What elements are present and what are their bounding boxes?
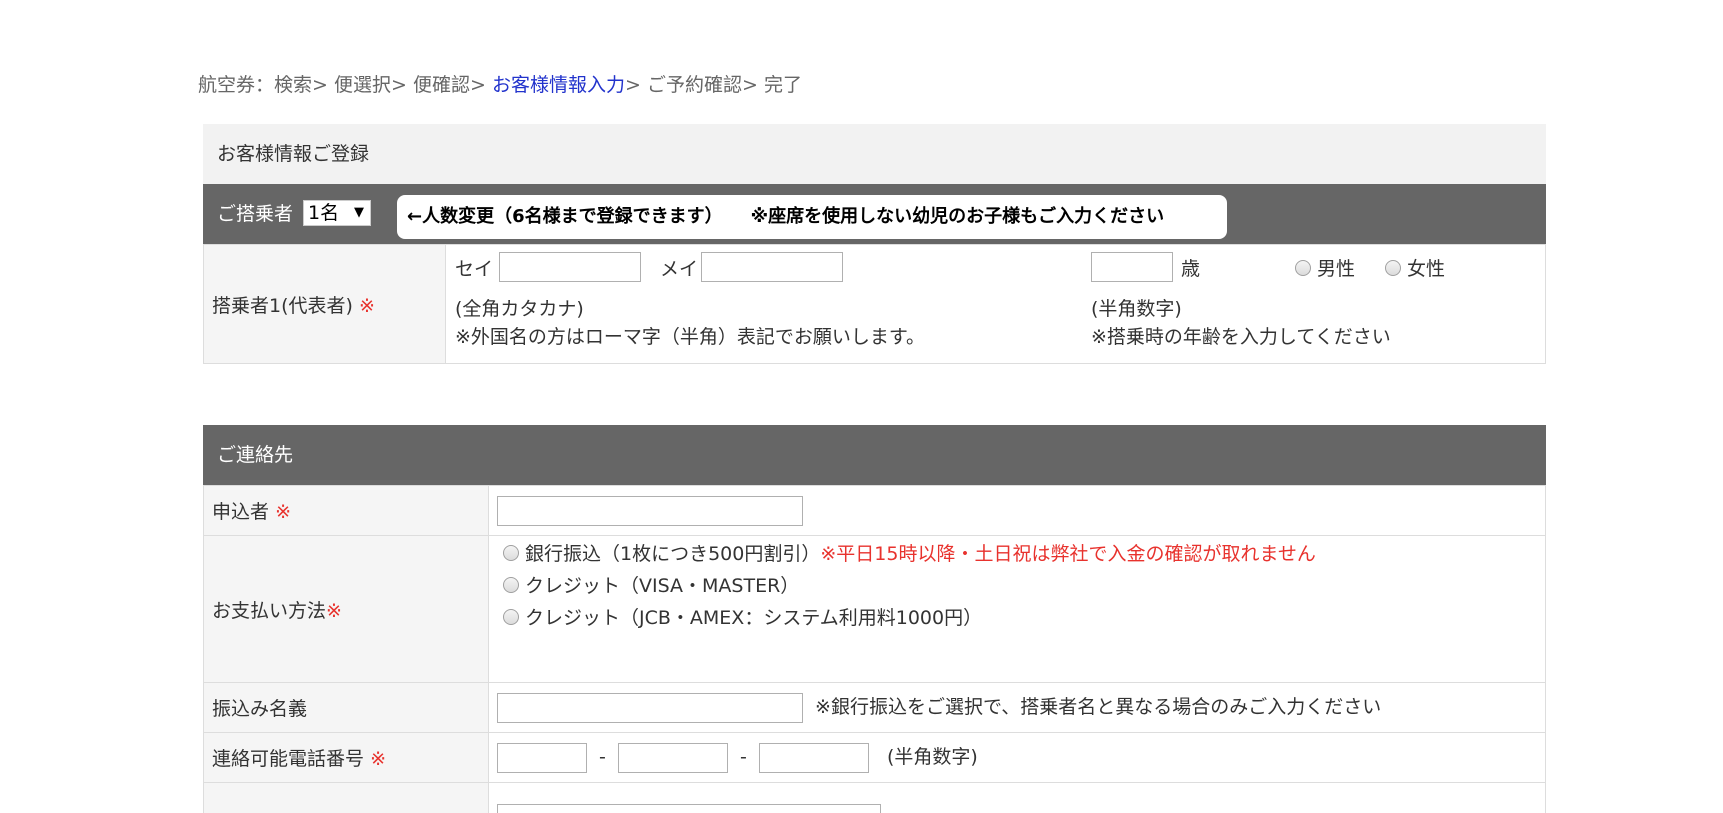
notice-infant: ※座席を使用しない幼児のお子様もご入力ください <box>750 206 1165 227</box>
payment-option-credit-jcb-amex[interactable]: クレジット（JCB・AMEX：システム利用料1000円） <box>503 602 1544 634</box>
gender-male-label: 男性 <box>1317 258 1356 280</box>
payment-credit1-radio[interactable] <box>503 576 519 593</box>
phone-hint: (半角数字) <box>886 746 978 769</box>
payment-credit2-label: クレジット（JCB・AMEX：システム利用料1000円） <box>525 607 983 629</box>
age-note: ※搭乗時の年齢を入力してください <box>1091 326 1391 348</box>
breadcrumb-step-customer-info: お客様情報入力 <box>491 74 625 96</box>
passenger-section-title: お客様情報ご登録 <box>203 124 1546 184</box>
kana-hint: (全角カタカナ) <box>455 298 584 320</box>
payment-bank-note: ※平日15時以降・土日祝は弊社で入金の確認が取れません <box>820 543 1316 565</box>
phone-dash-1: - <box>599 746 606 769</box>
gender-male-radio[interactable] <box>1295 259 1311 276</box>
phone-label-cell: 連絡可能電話番号 ※ <box>203 732 489 783</box>
payment-label: お支払い方法 <box>212 599 327 622</box>
next-field-label-cell <box>203 782 489 813</box>
passenger-section: お客様情報ご登録 ご搭乗者 1名 ▼ ←人数変更（6名様まで登録できます） ※座席… <box>203 124 1546 364</box>
required-mark: ※ <box>326 599 342 622</box>
breadcrumb-step-reservation-confirm: ご予約確認 <box>646 74 742 96</box>
foreign-name-hint: ※外国名の方はローマ字（半角）表記でお願いします。 <box>455 326 926 348</box>
payment-options-cell: 銀行振込（1枚につき500円割引）※平日15時以降・土日祝は弊社で入金の確認が取… <box>488 535 1546 683</box>
transfer-name-row: 振込み名義 ※銀行振込をご選択で、搭乗者名と異なる場合のみご入力ください <box>203 682 1546 733</box>
passenger-row-1: 搭乗者1(代表者) ※ セイ メイ (全角カタカナ) ※外国名の方はローマ字（半… <box>203 244 1546 364</box>
gender-female-radio[interactable] <box>1385 259 1401 276</box>
next-field-row <box>203 782 1546 813</box>
phone-input-part1[interactable] <box>497 742 587 773</box>
transfer-name-label-cell: 振込み名義 <box>203 682 489 733</box>
transfer-name-label: 振込み名義 <box>212 698 308 720</box>
breadcrumb-separator: > <box>470 74 492 96</box>
dropdown-arrow-icon: ▼ <box>354 205 364 220</box>
breadcrumb-separator: > <box>312 74 334 96</box>
contact-section-title: ご連絡先 <box>203 425 1546 485</box>
passenger-count-select[interactable]: 1名 ▼ <box>303 200 371 226</box>
passenger-table: 搭乗者1(代表者) ※ セイ メイ (全角カタカナ) ※外国名の方はローマ字（半… <box>203 244 1546 364</box>
gender-female-option[interactable]: 女性 <box>1385 254 1445 281</box>
breadcrumb-step-flight-confirm: 便確認 <box>412 74 470 96</box>
contact-section: ご連絡先 申込者 ※ お支払い方法※ 銀行振込（1枚につき500円割引）※平日1… <box>203 425 1546 813</box>
payment-option-bank[interactable]: 銀行振込（1枚につき500円割引）※平日15時以降・土日祝は弊社で入金の確認が取… <box>503 538 1544 570</box>
contact-table: 申込者 ※ お支払い方法※ 銀行振込（1枚につき500円割引）※平日15時以降・… <box>203 485 1546 813</box>
passenger-count-label: ご搭乗者 <box>217 203 294 225</box>
passenger1-label: 搭乗者1(代表者) <box>212 294 353 317</box>
breadcrumb-separator: > <box>624 74 647 96</box>
age-hint: (半角数字) <box>1091 298 1182 320</box>
age-unit: 歳 <box>1181 258 1201 280</box>
breadcrumb-separator: > <box>391 74 413 96</box>
gender-male-option[interactable]: 男性 <box>1295 254 1355 281</box>
payment-bank-label: 銀行振込（1枚につき500円割引） <box>525 543 821 565</box>
payment-bank-radio[interactable] <box>503 544 519 561</box>
phone-dash-2: - <box>740 746 747 769</box>
transfer-name-note: ※銀行振込をご選択で、搭乗者名と異なる場合のみご入力ください <box>815 696 1382 719</box>
passenger-count-value: 1名 <box>308 202 340 224</box>
applicant-label-cell: 申込者 ※ <box>203 485 489 536</box>
phone-row: 連絡可能電話番号 ※ - - (半角数字) <box>203 732 1546 783</box>
sei-label: セイ <box>455 258 494 280</box>
transfer-name-input[interactable] <box>497 692 803 723</box>
applicant-label: 申込者 <box>212 501 270 523</box>
phone-input-cell: - - (半角数字) <box>488 732 1546 783</box>
applicant-input-cell <box>488 485 1546 536</box>
passenger1-label-cell: 搭乗者1(代表者) ※ <box>203 244 446 364</box>
breadcrumb-separator: > <box>741 74 764 96</box>
passenger1-input-cell: セイ メイ (全角カタカナ) ※外国名の方はローマ字（半角）表記でお願いします。… <box>445 244 1546 364</box>
gender-female-label: 女性 <box>1407 258 1446 280</box>
mei-input[interactable] <box>701 252 843 282</box>
page: 航空券：検索> 便選択> 便確認> お客様情報入力> ご予約確認> 完了 お客様… <box>0 0 1723 813</box>
passenger-count-bar: ご搭乗者 1名 ▼ ←人数変更（6名様まで登録できます） ※座席を使用しない幼児の… <box>203 184 1546 244</box>
breadcrumb-prefix: 航空券： <box>198 74 275 96</box>
applicant-input[interactable] <box>497 495 803 526</box>
payment-label-cell: お支払い方法※ <box>203 535 489 683</box>
notice-change-count: ←人数変更（6名様まで登録できます） <box>407 206 723 227</box>
required-mark: ※ <box>370 748 386 770</box>
breadcrumb-step-flight-select: 便選択 <box>334 74 392 96</box>
next-field-input[interactable] <box>497 804 881 813</box>
age-input[interactable] <box>1091 252 1173 282</box>
required-mark: ※ <box>275 501 291 523</box>
next-field-input-cell <box>488 782 1546 813</box>
required-mark: ※ <box>358 294 375 317</box>
phone-label: 連絡可能電話番号 <box>212 748 365 770</box>
breadcrumb: 航空券：検索> 便選択> 便確認> お客様情報入力> ご予約確認> 完了 <box>198 70 802 97</box>
phone-input-part2[interactable] <box>617 742 728 773</box>
payment-option-credit-visa-master[interactable]: クレジット（VISA・MASTER） <box>503 570 1544 602</box>
payment-row: お支払い方法※ 銀行振込（1枚につき500円割引）※平日15時以降・土日祝は弊社… <box>203 535 1546 683</box>
sei-input[interactable] <box>499 252 641 282</box>
breadcrumb-step-search: 検索 <box>274 74 313 96</box>
transfer-name-input-cell: ※銀行振込をご選択で、搭乗者名と異なる場合のみご入力ください <box>488 682 1546 733</box>
breadcrumb-step-complete: 完了 <box>763 74 802 96</box>
applicant-row: 申込者 ※ <box>203 485 1546 536</box>
mei-label: メイ <box>660 258 699 280</box>
phone-input-part3[interactable] <box>758 742 869 773</box>
payment-credit1-label: クレジット（VISA・MASTER） <box>525 575 800 597</box>
passenger-notice: ←人数変更（6名様まで登録できます） ※座席を使用しない幼児のお子様もご入力くださ… <box>397 195 1227 239</box>
payment-credit2-radio[interactable] <box>503 608 519 625</box>
